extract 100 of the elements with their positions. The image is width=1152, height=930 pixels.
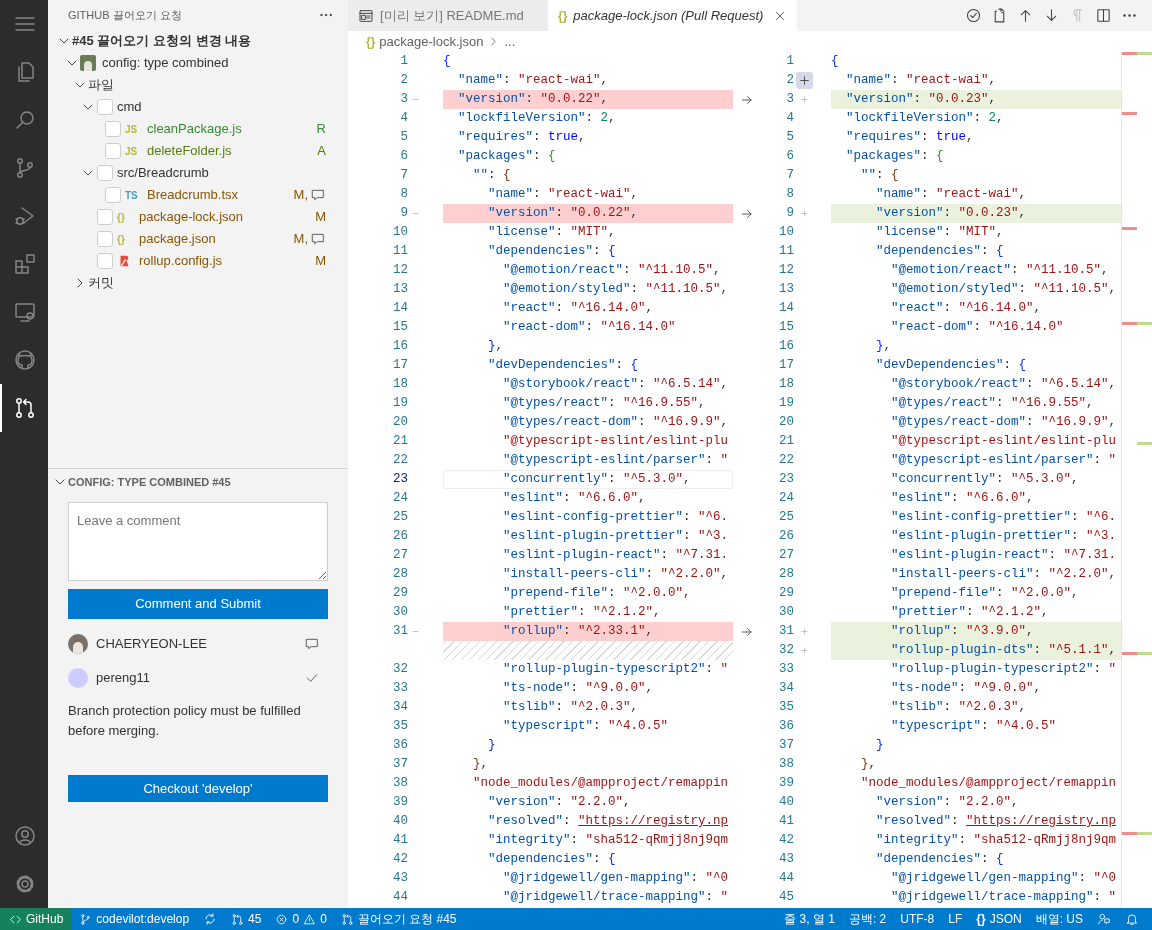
error-icon — [275, 912, 289, 926]
problems-button[interactable]: 0 0 — [268, 908, 334, 930]
line-number: 28 — [778, 566, 794, 584]
pull-request-count[interactable]: 45 — [224, 908, 269, 930]
pull-request-icon — [340, 912, 354, 926]
line-number: 20 — [778, 414, 794, 432]
line-number: 34 — [392, 699, 408, 717]
line-number: 12 — [392, 262, 408, 280]
line-number: 9 — [785, 205, 794, 223]
breadcrumb-item[interactable]: package-lock.json — [379, 31, 484, 52]
section-header[interactable]: CONFIG: TYPE COMBINED #45 — [48, 470, 348, 494]
line-number: 39 — [392, 794, 408, 812]
line-number: 18 — [392, 376, 408, 394]
tree-item[interactable]: {} package-lock.json M — [48, 206, 348, 228]
line-number: 26 — [392, 528, 408, 546]
comment-field[interactable]: Leave a comment — [68, 502, 328, 581]
line-number: 34 — [778, 680, 794, 698]
split-icon[interactable] — [1095, 7, 1112, 24]
status-letter: A — [317, 142, 326, 161]
checkbox[interactable] — [105, 187, 121, 203]
line-number: 33 — [778, 661, 794, 679]
checkbox[interactable] — [97, 253, 113, 269]
tree-item[interactable]: {} package.json M, — [48, 228, 348, 250]
line-number: 20 — [392, 414, 408, 432]
avatar-icon — [68, 634, 88, 654]
line-number: 35 — [392, 718, 408, 736]
feedback-icon[interactable] — [1097, 912, 1111, 926]
line-number: 13 — [392, 281, 408, 299]
checkbox[interactable] — [97, 231, 113, 247]
line-number: 31 — [392, 623, 408, 641]
checkbox[interactable] — [97, 165, 113, 181]
line-number: 6 — [399, 148, 408, 166]
checkbox[interactable] — [105, 143, 121, 159]
branch-button[interactable]: codevilot:develop — [72, 908, 197, 930]
encoding-button[interactable]: UTF-8 — [893, 908, 942, 930]
comment-icon — [304, 636, 320, 652]
keyboard-layout-button[interactable]: 배열: US — [1028, 908, 1090, 930]
line-number: 37 — [392, 756, 408, 774]
cursor-position[interactable]: 줄 3, 열 1 — [777, 908, 842, 930]
line-number: 25 — [778, 509, 794, 527]
line-number: 15 — [778, 319, 794, 337]
line-ending-button[interactable]: LF — [941, 908, 970, 930]
file-type-icon: JS — [125, 143, 147, 159]
line-number: 44 — [392, 889, 408, 907]
checkbox[interactable] — [105, 121, 121, 137]
tree-item[interactable]: JS deleteFolder.js A — [48, 140, 348, 162]
line-number: 26 — [778, 528, 794, 546]
tree-item[interactable]: cmd — [48, 96, 348, 118]
branch-icon — [79, 912, 93, 926]
checkbox[interactable] — [97, 99, 113, 115]
line-number: 43 — [392, 870, 408, 888]
line-number: 9 — [399, 205, 408, 223]
tree-item[interactable]: rollup.config.js M — [48, 250, 348, 272]
remote-indicator[interactable]: GitHub — [0, 908, 73, 930]
reviewer-name: CHAERYEON-LEE — [96, 635, 208, 654]
line-number: 42 — [392, 851, 408, 869]
editor-tab[interactable]: {} package-lock.json (Pull Request) — [548, 0, 798, 31]
status-letter: M, — [293, 186, 308, 205]
tree-item[interactable]: JS cleanPackage.js R — [48, 118, 348, 140]
line-number: 32 — [778, 642, 794, 660]
bell-icon[interactable] — [1125, 912, 1139, 926]
line-number: 44 — [778, 870, 794, 888]
line-number: 3 — [785, 91, 794, 109]
line-number: 12 — [778, 262, 794, 280]
line-number: 43 — [778, 851, 794, 869]
line-number: 5 — [785, 129, 794, 147]
line-number: 4 — [399, 110, 408, 128]
line-number: 38 — [392, 775, 408, 793]
line-number: 21 — [778, 433, 794, 451]
tree-item[interactable]: config: type combined — [48, 52, 348, 74]
tree-item[interactable]: #45 끌어오기 요청의 변경 내용 — [48, 30, 348, 52]
line-number: 7 — [399, 167, 408, 185]
line-number: 13 — [778, 281, 794, 299]
breadcrumb-item[interactable]: ... — [504, 31, 516, 52]
submit-button[interactable]: Comment and Submit — [68, 589, 328, 619]
tree-item[interactable]: src/Breadcrumb — [48, 162, 348, 184]
tree-item[interactable]: TS Breadcrumb.tsx M, — [48, 184, 348, 206]
file-type-icon: {} — [117, 231, 139, 247]
check-circle-icon[interactable] — [965, 7, 982, 24]
line-number: 17 — [392, 357, 408, 375]
add-comment-button[interactable] — [795, 72, 813, 89]
editor-tab[interactable]: [미리 보기] README.md — [348, 0, 548, 31]
line-number: 1 — [399, 53, 408, 71]
line-number: 41 — [392, 832, 408, 850]
line-number: 29 — [778, 585, 794, 603]
tree-item[interactable]: 커밋 — [48, 272, 348, 294]
checkout-button[interactable]: Checkout 'develop' — [68, 775, 328, 802]
tree-item[interactable]: 파일 — [48, 74, 348, 96]
sync-icon[interactable] — [203, 912, 218, 926]
plus-icon — [797, 74, 811, 87]
line-number: 18 — [778, 376, 794, 394]
status-letter: M — [315, 208, 326, 227]
indentation-button[interactable]: 공백: 2 — [841, 908, 894, 930]
line-number: 37 — [778, 737, 794, 755]
file-type-icon: {} — [117, 209, 139, 225]
checkbox[interactable] — [97, 209, 113, 225]
pull-request-link[interactable]: 끌어오기 요청 #45 — [333, 908, 464, 930]
line-number: 22 — [778, 452, 794, 470]
language-button[interactable]: {} JSON — [969, 908, 1029, 930]
line-number: 10 — [392, 224, 408, 242]
